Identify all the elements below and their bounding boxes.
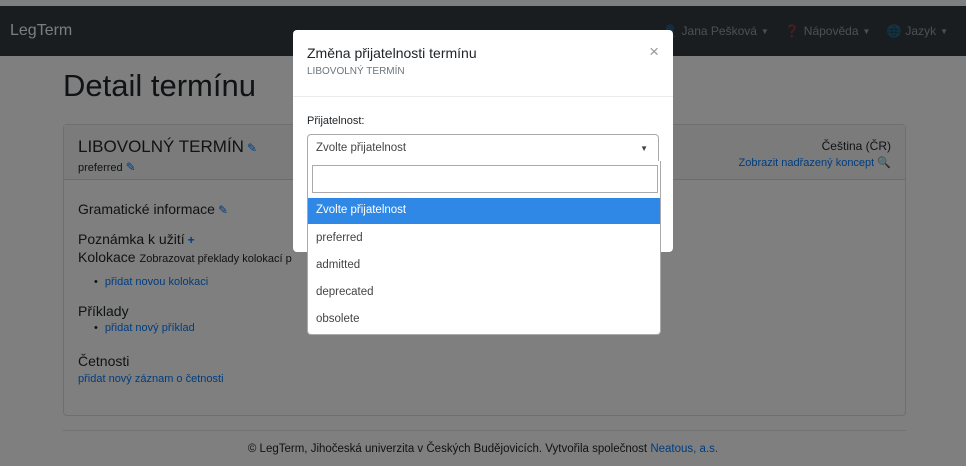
caret-down-icon: ▼ bbox=[640, 144, 648, 153]
acceptability-select[interactable]: Zvolte přijatelnost ▼ bbox=[307, 134, 659, 162]
option-placeholder[interactable]: Zvolte přijatelnost bbox=[308, 198, 660, 224]
acceptability-label: Přijatelnost: bbox=[307, 115, 365, 127]
acceptability-dropdown: Zvolte přijatelnost preferred admitted d… bbox=[307, 161, 661, 335]
option-obsolete[interactable]: obsolete bbox=[308, 307, 660, 333]
close-icon[interactable]: × bbox=[649, 42, 659, 62]
modal-header: Změna přijatelnosti termínu LIBOVOLNÝ TE… bbox=[293, 30, 673, 97]
option-deprecated[interactable]: deprecated bbox=[308, 280, 660, 306]
modal-title: Změna přijatelnosti termínu bbox=[307, 45, 477, 61]
acceptability-selected-value: Zvolte přijatelnost bbox=[316, 142, 407, 154]
dropdown-search-input[interactable] bbox=[312, 165, 658, 193]
option-admitted[interactable]: admitted bbox=[308, 253, 660, 279]
modal-subtitle: LIBOVOLNÝ TERMÍN bbox=[307, 66, 405, 77]
option-preferred[interactable]: preferred bbox=[308, 226, 660, 252]
